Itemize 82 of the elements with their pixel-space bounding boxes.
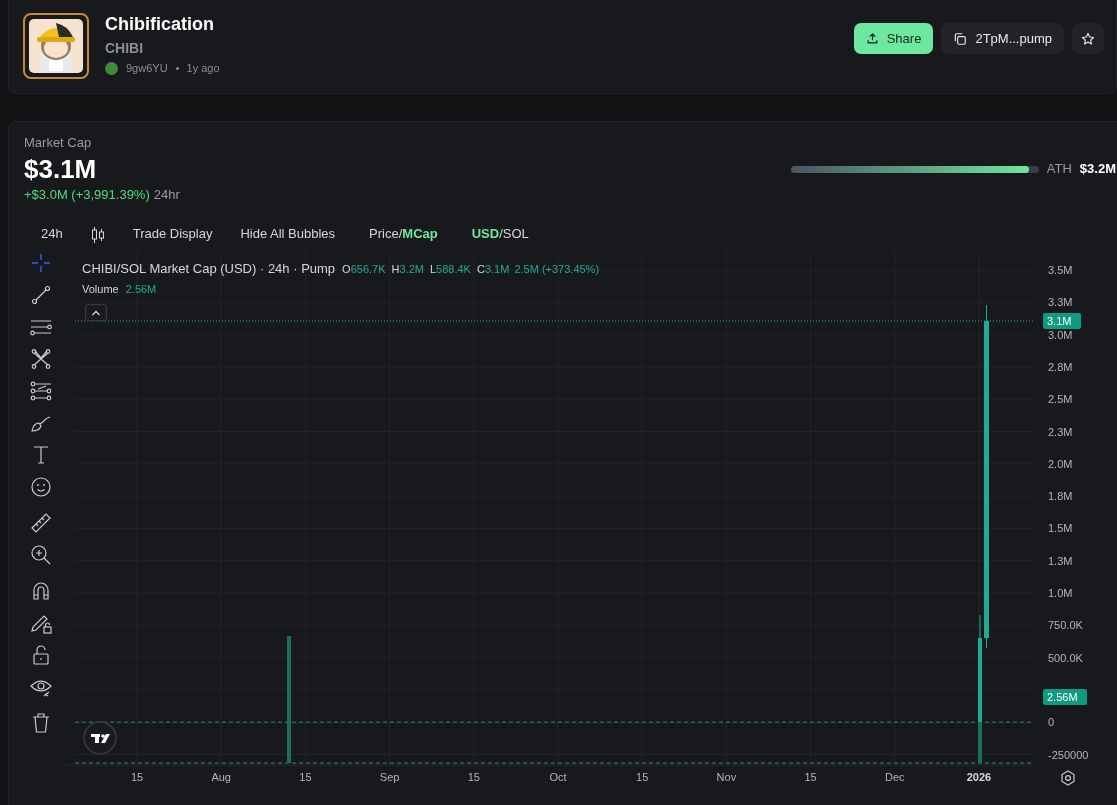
time-axis-label: 15 (299, 771, 312, 783)
price-axis-label: -250000 (1048, 748, 1089, 761)
ohlc-key: L (429, 261, 437, 277)
creator-name[interactable]: 9gw6YU (126, 61, 168, 75)
time-axis-label: Nov (716, 771, 737, 783)
toolbar-button[interactable]: Hide All Bubbles (226, 221, 350, 247)
volume-badge: 2.56M (1043, 688, 1087, 705)
market-cap-label: Market Cap (23, 134, 93, 152)
zoom-tool[interactable] (29, 543, 53, 567)
time-axis-label: 15 (130, 771, 144, 783)
pattern-icon (29, 347, 53, 371)
share-button[interactable]: Share (853, 23, 934, 54)
ohlc-value: 3.2M (399, 262, 424, 277)
star-icon (1081, 31, 1095, 46)
time-axis-label: 15 (804, 771, 817, 783)
time-axis-label: Sep (379, 771, 400, 783)
emoji-icon (29, 475, 53, 499)
collapse-button[interactable] (85, 304, 107, 321)
crosshair-tool[interactable] (29, 251, 53, 275)
upload-icon (865, 32, 879, 45)
copy-address-button[interactable]: 2TpM...pump (941, 23, 1064, 54)
price-axis-label: 1.8M (1048, 490, 1073, 503)
chart-title: CHIBI/SOL Market Cap (USD) · 24h · Pump (82, 261, 336, 277)
price-axis-label: 3.0M (1048, 328, 1073, 341)
time-axis-label: 15 (467, 771, 480, 783)
toolbar-button[interactable]: Trade Display (118, 221, 227, 247)
ohlc-key: C (476, 261, 485, 277)
market-cap-value: $3.1M (23, 153, 97, 186)
trend-line-icon (29, 283, 53, 307)
price-axis-label: 2.0M (1048, 457, 1073, 470)
ruler-tool[interactable] (29, 511, 53, 535)
trend-line-tool[interactable] (29, 283, 53, 307)
ruler-icon (29, 511, 53, 535)
price-axis-label: 1.3M (1048, 554, 1073, 567)
ohlc-value: 3.1M (484, 262, 510, 277)
time-axis-label: Oct (549, 771, 567, 783)
created-time: 1y ago (185, 61, 220, 75)
ohlc-value: 588.4K (436, 262, 471, 277)
token-name: Chibification (105, 13, 215, 35)
price-axis-label: 3.5M (1048, 264, 1073, 276)
toggle-button[interactable]: USD/SOL (451, 221, 543, 247)
toggle-button[interactable]: Price/MCap (349, 221, 452, 247)
price-axis-label: 0 (1048, 716, 1055, 729)
zoom-icon (29, 543, 53, 567)
price-axis-label: 500.0K (1048, 651, 1083, 664)
fib-icon (29, 379, 53, 403)
pattern-tool[interactable] (29, 347, 53, 371)
volume-label: Volume (82, 282, 119, 297)
market-cap-change: +$3.0M (+3,991.39%) (24, 186, 150, 204)
ath-label: ATH (1046, 160, 1072, 179)
ohlc-key: H (391, 261, 400, 277)
price-change: 2.5M (+373.45%) (514, 262, 600, 277)
price-axis-label: 2.8M (1048, 360, 1073, 373)
fib-tool[interactable] (29, 379, 53, 403)
time-axis-label: 2026 (966, 771, 992, 783)
toolbar-button[interactable]: 24h (25, 221, 77, 247)
price-axis-label: 3.3M (1048, 296, 1073, 309)
ath-value: $3.2M (1079, 160, 1116, 179)
emoji-tool[interactable] (29, 475, 53, 499)
favorite-button[interactable] (1072, 23, 1104, 54)
price-axis-label: 1.5M (1048, 522, 1073, 535)
ohlc-key: O (342, 261, 351, 277)
price-axis-label: 1.0M (1048, 587, 1073, 599)
price-axis-label: 2.5M (1048, 393, 1073, 406)
settings-icon[interactable] (1061, 770, 1075, 786)
ohlc-value: 656.7K (350, 262, 386, 277)
separator-dot-icon (175, 66, 179, 70)
token-symbol: CHIBI (105, 39, 145, 57)
price-axis-label: 2.3M (1048, 425, 1073, 438)
volume-value: 2.56M (125, 282, 157, 297)
chevron-up-icon (91, 309, 101, 316)
volume-bar (978, 722, 982, 763)
last-value-badge: 3.1M (1043, 313, 1081, 329)
time-axis-label: 15 (636, 771, 649, 783)
copy-icon (953, 31, 968, 46)
time-axis-label: Dec (885, 771, 905, 783)
candlestick-icon (90, 225, 105, 244)
creator-avatar-icon (105, 61, 118, 75)
change-period: 24hr (153, 186, 180, 204)
price-axis-label: 750.0K (1048, 619, 1083, 632)
time-axis-label: Aug (211, 771, 231, 783)
crosshair-icon (29, 251, 53, 275)
